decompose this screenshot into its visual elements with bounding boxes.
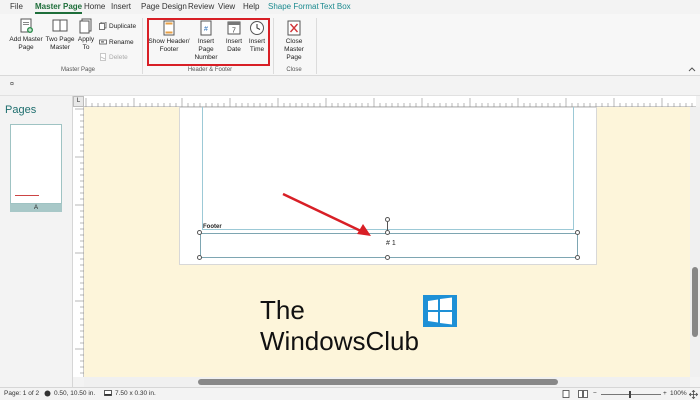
add-master-page-label: Add Master Page <box>9 36 43 51</box>
vertical-scroll-thumb[interactable] <box>692 267 698 337</box>
resize-handle[interactable] <box>575 230 580 235</box>
group-label-header-footer: Header & Footer <box>187 67 233 73</box>
close-icon <box>287 20 301 36</box>
page-thumbnail[interactable] <box>10 124 62 204</box>
resize-handle[interactable] <box>197 255 202 260</box>
resize-handle[interactable] <box>385 230 390 235</box>
zoom-out-button[interactable]: − <box>593 390 597 397</box>
fit-page-icon[interactable] <box>689 390 698 399</box>
page-thumbnail-label: A <box>10 204 62 212</box>
tab-help[interactable]: Help <box>243 2 259 11</box>
vertical-ruler[interactable] <box>73 107 84 377</box>
tab-view[interactable]: View <box>218 2 235 11</box>
duplicate-icon <box>99 22 107 30</box>
pages-title: Pages <box>5 104 37 116</box>
footer-label: Footer <box>203 224 222 230</box>
object-position-value: 0.50, 10.50 in. <box>54 390 96 397</box>
group-label-close: Close <box>286 67 302 73</box>
horizontal-scroll-thumb[interactable] <box>198 379 558 385</box>
apply-to-label: Apply To <box>77 36 95 51</box>
ribbon-separator <box>316 18 317 74</box>
ruler-corner[interactable]: L <box>73 96 84 107</box>
document-workspace[interactable]: Footer # 1 The WindowsClub <box>84 107 690 377</box>
resize-handle[interactable] <box>197 230 202 235</box>
horizontal-ruler[interactable] <box>84 96 696 107</box>
delete-label: Delete <box>109 53 128 61</box>
object-position-bar: ¤ <box>0 76 700 96</box>
rename-button[interactable]: Rename <box>99 38 134 46</box>
tab-master-page[interactable]: Master Page <box>35 2 83 14</box>
close-master-page-button[interactable]: Close Master Page <box>276 20 312 62</box>
rotate-handle-stem <box>387 222 388 230</box>
bar-symbol: ¤ <box>10 81 14 88</box>
duplicate-label: Duplicate <box>109 22 137 30</box>
zoom-level[interactable]: 100% <box>670 390 687 397</box>
highlight-box <box>147 18 270 66</box>
zoom-slider-knob[interactable] <box>629 391 631 398</box>
size-icon <box>104 390 112 396</box>
object-size-value: 7.50 x 0.30 in. <box>115 390 156 397</box>
tab-review[interactable]: Review <box>188 2 214 11</box>
windows-logo-icon <box>423 295 457 327</box>
object-size: 7.50 x 0.30 in. <box>104 390 156 397</box>
tab-text-box[interactable]: Text Box <box>320 2 351 11</box>
footer-page-number: # 1 <box>386 240 396 247</box>
red-arrow-annotation <box>282 192 371 236</box>
two-page-master-button[interactable]: Two Page Master <box>45 18 75 52</box>
two-page-master-label: Two Page Master <box>45 36 75 51</box>
vertical-scrollbar[interactable] <box>690 107 700 377</box>
rename-icon <box>99 39 107 45</box>
delete-icon <box>100 53 106 61</box>
horizontal-ruler-ticks <box>85 98 693 107</box>
group-label-master-page: Master Page <box>60 67 96 73</box>
menu-tab-bar: File Master Page Home Insert Page Design… <box>0 0 700 14</box>
two-pages-icon <box>52 19 68 32</box>
tab-home[interactable]: Home <box>84 2 105 11</box>
apply-pages-icon <box>79 18 92 34</box>
thewindowsclub-logo: The WindowsClub <box>260 295 480 365</box>
page-indicator[interactable]: Page: 1 of 2 <box>4 390 39 397</box>
object-position: 0.50, 10.50 in. <box>44 390 95 397</box>
rename-label: Rename <box>109 38 134 46</box>
two-page-view-icon[interactable] <box>578 390 588 398</box>
ribbon-separator <box>273 18 274 74</box>
logo-text-line2: WindowsClub <box>260 326 419 356</box>
add-page-icon <box>20 18 33 33</box>
tab-page-design[interactable]: Page Design <box>141 2 187 11</box>
delete-button[interactable]: Delete <box>99 53 128 61</box>
zoom-slider[interactable] <box>601 394 661 395</box>
vertical-ruler-ticks <box>75 108 84 374</box>
collapse-ribbon-icon[interactable] <box>688 66 696 72</box>
resize-handle[interactable] <box>575 255 580 260</box>
thumbnail-footer-line <box>15 195 39 196</box>
tab-file[interactable]: File <box>10 2 23 11</box>
horizontal-scrollbar[interactable] <box>84 377 690 387</box>
zoom-in-button[interactable]: + <box>663 390 667 397</box>
resize-handle[interactable] <box>385 255 390 260</box>
close-master-page-label: Close Master Page <box>284 38 304 61</box>
add-master-page-button[interactable]: Add Master Page <box>9 18 43 52</box>
apply-to-button[interactable]: Apply To <box>76 18 96 52</box>
position-icon <box>44 390 51 397</box>
duplicate-button[interactable]: Duplicate <box>99 22 136 30</box>
status-bar: Page: 1 of 2 0.50, 10.50 in. 7.50 x 0.30… <box>0 387 700 400</box>
ribbon: Add Master Page Two Page Master Apply To… <box>0 14 700 76</box>
ribbon-separator <box>142 18 143 74</box>
single-page-view-icon[interactable] <box>562 390 570 398</box>
tab-shape-format[interactable]: Shape Format <box>268 2 319 11</box>
pages-pane: Pages A <box>0 96 73 387</box>
logo-text-line1: The <box>260 295 305 325</box>
margin-guide <box>202 107 574 230</box>
tab-insert[interactable]: Insert <box>111 2 131 11</box>
